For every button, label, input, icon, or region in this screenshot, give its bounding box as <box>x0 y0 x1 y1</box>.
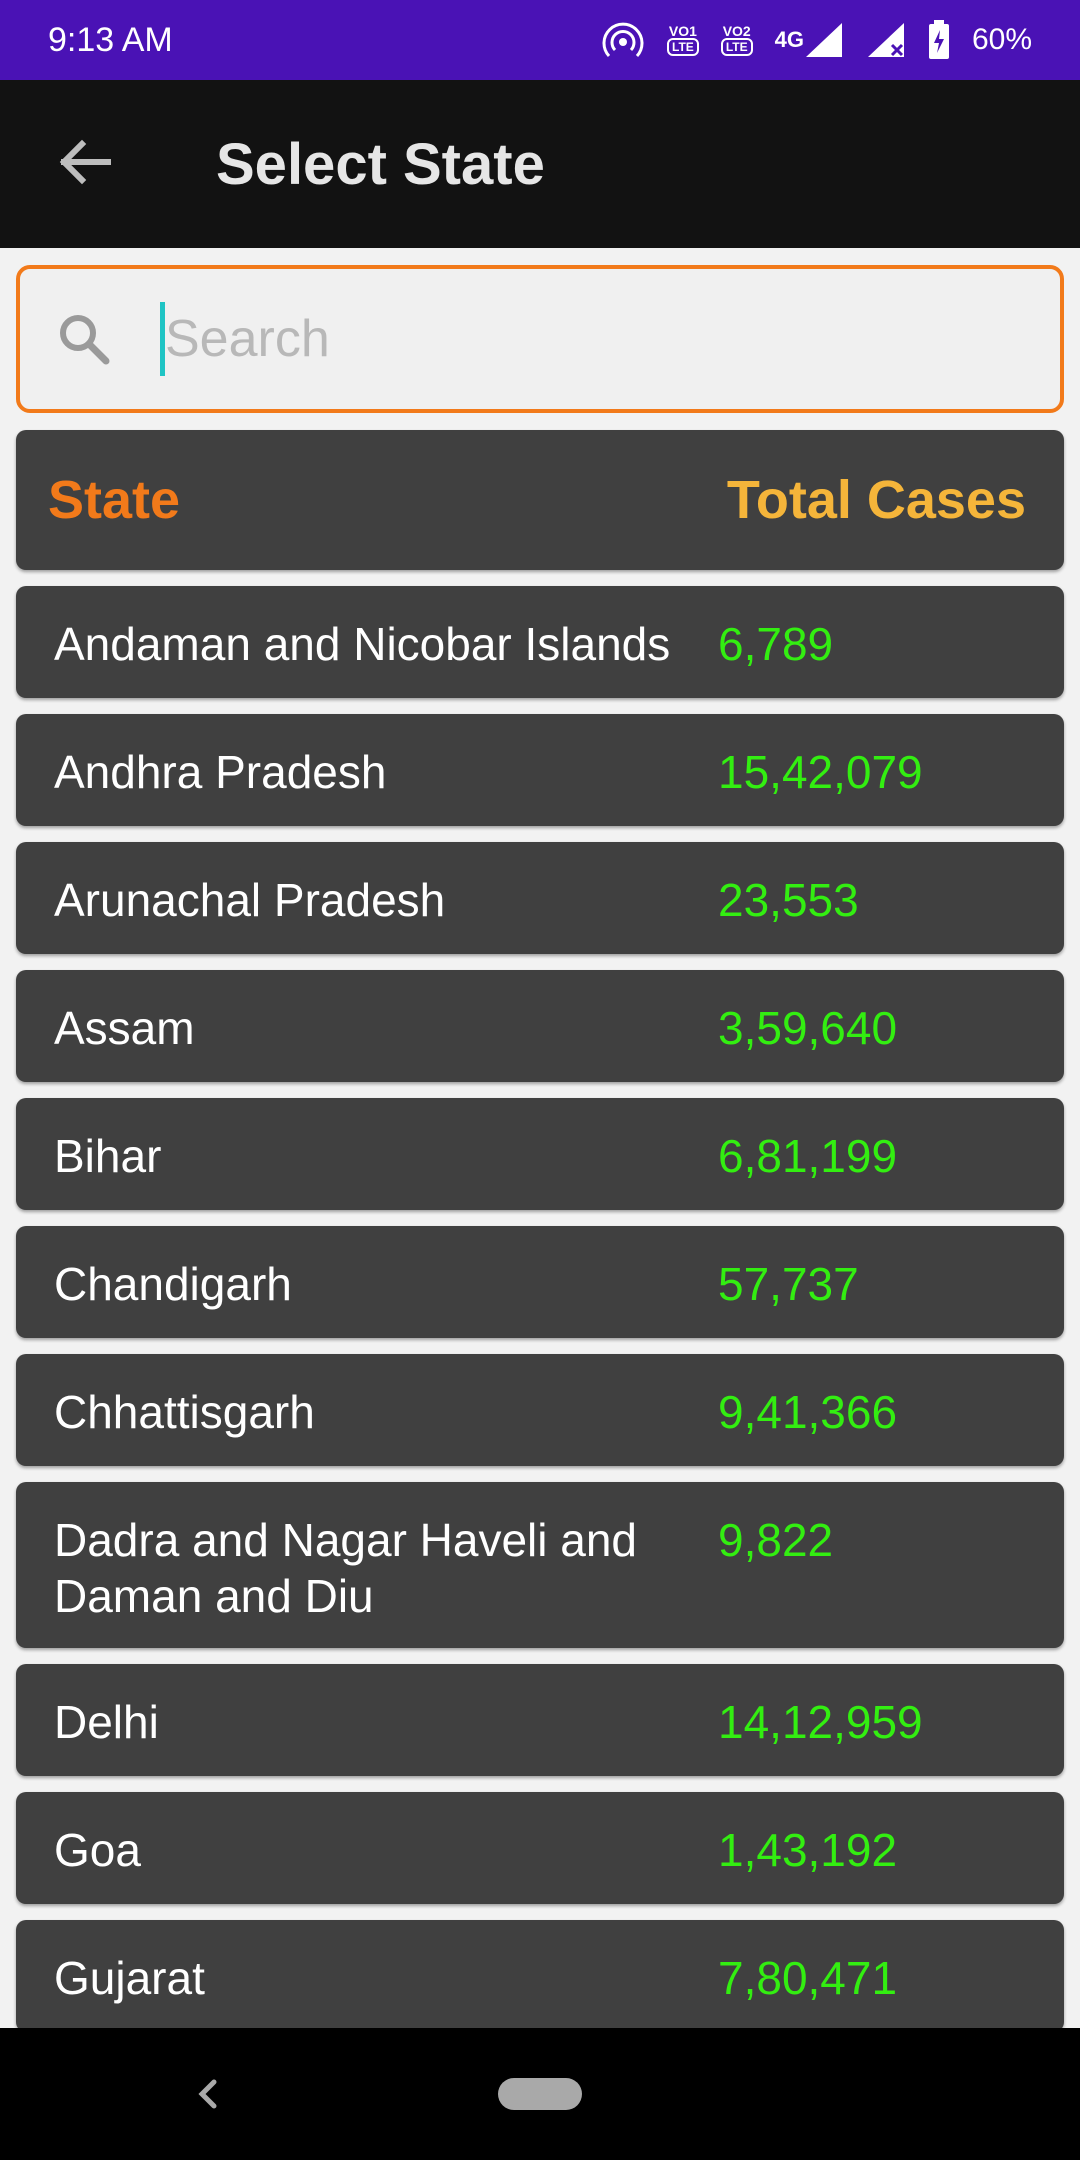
row-total: 57,737 <box>718 1258 859 1310</box>
hotspot-icon <box>601 20 645 60</box>
table-row[interactable]: Arunachal Pradesh 23,553 <box>16 842 1064 954</box>
table-row[interactable]: Andaman and Nicobar Islands 6,789 <box>16 586 1064 698</box>
row-total: 14,12,959 <box>718 1696 923 1748</box>
row-state: Gujarat <box>54 1952 205 2004</box>
status-icons: VO1 LTE VO2 LTE 4G 60% <box>601 20 1032 60</box>
table-row[interactable]: Chhattisgarh 9,41,366 <box>16 1354 1064 1466</box>
table-row[interactable]: Chandigarh 57,737 <box>16 1226 1064 1338</box>
table-row[interactable]: Bihar 6,81,199 <box>16 1098 1064 1210</box>
table-row[interactable]: Delhi 14,12,959 <box>16 1664 1064 1776</box>
row-state: Andaman and Nicobar Islands <box>54 618 671 670</box>
row-total: 9,41,366 <box>718 1386 898 1438</box>
row-total: 6,81,199 <box>718 1130 898 1182</box>
header-total-cases: Total Cases <box>726 470 1026 530</box>
battery-charging-icon <box>928 20 950 60</box>
volte1-icon: VO1 LTE <box>667 24 699 56</box>
back-button[interactable] <box>24 104 144 224</box>
row-state: Assam <box>54 1002 195 1054</box>
home-pill-icon[interactable] <box>498 2078 582 2110</box>
row-state: Goa <box>54 1824 141 1876</box>
network-type: 4G <box>774 27 804 52</box>
status-bar: 9:13 AM VO1 LTE VO2 LTE 4G 60% <box>0 0 1080 80</box>
row-total: 3,59,640 <box>718 1002 898 1054</box>
row-state: Andhra Pradesh <box>54 746 387 798</box>
search-icon <box>54 309 114 369</box>
row-total: 1,43,192 <box>718 1824 898 1876</box>
row-state: Bihar <box>54 1130 162 1182</box>
row-total: 6,789 <box>718 618 834 670</box>
signal-4g-icon: 4G <box>775 21 844 59</box>
table-row[interactable]: Andhra Pradesh 15,42,079 <box>16 714 1064 826</box>
volte1-label: VO1 <box>668 23 697 39</box>
search-box[interactable] <box>16 265 1064 413</box>
row-total: 7,80,471 <box>718 1952 898 2004</box>
row-state: Dadra and Nagar Haveli and Daman and Diu <box>54 1514 638 1622</box>
signal-no-sim-icon <box>866 21 906 59</box>
row-total: 23,553 <box>718 874 859 926</box>
chevron-left-icon[interactable] <box>188 2070 228 2118</box>
state-list: State Total Cases Andaman and Nicobar Is… <box>16 430 1064 2048</box>
status-time: 9:13 AM <box>48 20 173 59</box>
battery-percent: 60% <box>971 23 1032 56</box>
row-state: Chandigarh <box>54 1258 292 1310</box>
row-total: 15,42,079 <box>718 746 923 798</box>
row-state: Chhattisgarh <box>54 1386 315 1438</box>
header-state: State <box>48 470 181 530</box>
lte2-label: LTE <box>720 38 753 56</box>
arrow-left-icon <box>56 138 112 191</box>
lte1-label: LTE <box>667 38 699 56</box>
table-row[interactable]: Assam 3,59,640 <box>16 970 1064 1082</box>
table-row[interactable]: Gujarat 7,80,471 <box>16 1920 1064 2032</box>
system-nav-bar <box>0 2028 1080 2160</box>
row-state: Delhi <box>54 1696 159 1748</box>
table-header: State Total Cases <box>16 430 1064 570</box>
row-total: 9,822 <box>718 1514 834 1566</box>
row-state: Arunachal Pradesh <box>54 874 446 926</box>
page-title: Select State <box>216 131 545 197</box>
search-input[interactable] <box>165 299 1015 379</box>
volte2-label: VO2 <box>722 23 751 39</box>
table-row[interactable]: Goa 1,43,192 <box>16 1792 1064 1904</box>
volte2-icon: VO2 LTE <box>720 23 753 56</box>
app-bar: Select State <box>0 80 1080 248</box>
table-row[interactable]: Dadra and Nagar Haveli and Daman and Diu… <box>16 1482 1064 1648</box>
